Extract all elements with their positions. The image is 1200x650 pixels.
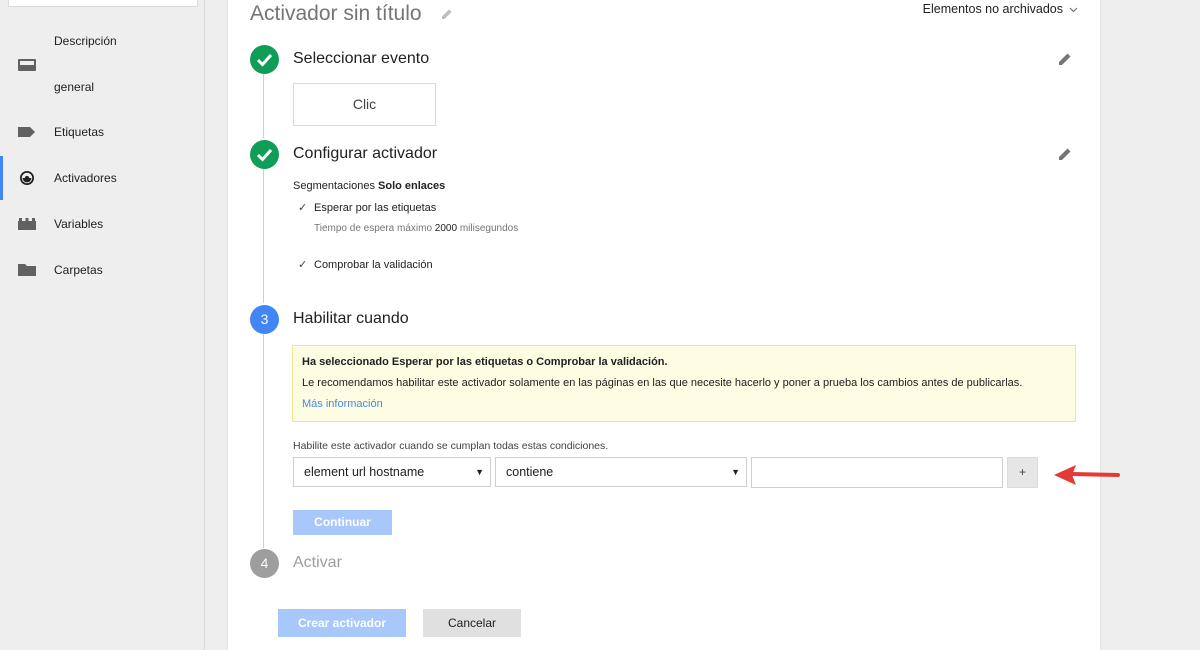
sidebar-item-triggers[interactable]: Activadores bbox=[0, 156, 207, 200]
step-complete-badge bbox=[250, 140, 279, 169]
wait-tags-option: Esperar por las etiquetas bbox=[314, 202, 437, 214]
pencil-icon[interactable] bbox=[1058, 147, 1072, 161]
operator-select[interactable]: contiene ▼ bbox=[495, 457, 747, 487]
notice-title: Ha seleccionado Esperar por las etiqueta… bbox=[302, 356, 668, 368]
event-type-card[interactable]: Clic bbox=[293, 83, 436, 126]
sidebar-item-label: Etiquetas bbox=[54, 125, 105, 139]
notice-body: Le recomendamos habilitar este activador… bbox=[302, 377, 1023, 389]
sidebar-item-label: Carpetas bbox=[54, 263, 103, 277]
continue-button[interactable]: Continuar bbox=[293, 510, 392, 535]
page-title: Activador sin título bbox=[250, 2, 422, 25]
dropdown-arrow-icon: ▼ bbox=[475, 467, 484, 477]
cancel-button[interactable]: Cancelar bbox=[423, 609, 521, 637]
step-title: Habilitar cuando bbox=[293, 310, 409, 327]
step-number-badge: 4 bbox=[250, 549, 279, 578]
add-condition-button[interactable]: + bbox=[1007, 457, 1038, 488]
sidebar-item-label: Descripción bbox=[54, 34, 117, 48]
operator-select-value: contiene bbox=[506, 465, 554, 479]
sidebar-item-tags[interactable]: Etiquetas bbox=[0, 116, 204, 148]
check-icon bbox=[256, 148, 273, 162]
conditions-label: Habilite este activador cuando se cumpla… bbox=[293, 440, 609, 452]
tag-icon bbox=[18, 127, 35, 137]
create-trigger-button[interactable]: Crear activador bbox=[278, 609, 406, 637]
annotation-arrow-icon bbox=[1054, 465, 1120, 485]
archived-filter-dropdown[interactable]: Elementos no archivados bbox=[923, 2, 1078, 16]
trigger-icon bbox=[20, 171, 34, 185]
step-title: Activar bbox=[293, 554, 342, 571]
sidebar-item-variables[interactable]: Variables bbox=[0, 208, 204, 240]
variable-select[interactable]: element url hostname ▼ bbox=[293, 457, 491, 487]
variable-select-value: element url hostname bbox=[304, 465, 425, 479]
dropdown-arrow-icon: ▼ bbox=[731, 467, 740, 477]
sidebar-item-folders[interactable]: Carpetas bbox=[0, 254, 204, 286]
chevron-down-icon bbox=[1069, 2, 1078, 16]
timeout-value: 2000 bbox=[434, 223, 458, 234]
checkmark-icon: ✓ bbox=[298, 202, 308, 214]
check-validation-option: Comprobar la validación bbox=[314, 259, 433, 271]
variables-icon bbox=[18, 218, 36, 230]
sidebar-item-overview[interactable]: Descripción general bbox=[0, 30, 204, 100]
step-connector bbox=[263, 334, 264, 548]
archived-filter-label: Elementos no archivados bbox=[922, 2, 1063, 16]
step-title[interactable]: Configurar activador bbox=[293, 145, 437, 163]
step-number-badge: 3 bbox=[250, 305, 279, 334]
pencil-icon[interactable] bbox=[1058, 52, 1072, 66]
step-connector bbox=[263, 74, 264, 138]
step-complete-badge bbox=[250, 45, 279, 74]
trigger-editor-panel: Activador sin título Elementos no archiv… bbox=[228, 0, 1100, 650]
step-title[interactable]: Seleccionar evento bbox=[293, 50, 429, 68]
timeout-suffix: milisegundos bbox=[459, 223, 519, 234]
learn-more-link[interactable]: Más información bbox=[302, 398, 383, 410]
search-input[interactable] bbox=[8, 0, 198, 7]
check-icon bbox=[256, 53, 273, 67]
checkmark-icon: ✓ bbox=[298, 259, 308, 271]
targeting-value: Solo enlaces bbox=[378, 180, 446, 192]
pencil-icon[interactable] bbox=[441, 8, 453, 20]
sidebar-item-label: general bbox=[54, 80, 95, 94]
step-connector bbox=[263, 169, 264, 303]
targeting-summary: Segmentaciones Solo enlaces bbox=[293, 180, 445, 192]
inbox-icon bbox=[18, 59, 36, 71]
sidebar-item-label: Activadores bbox=[54, 171, 117, 185]
timeout-summary: Tiempo de espera máximo 2000 milisegundo… bbox=[314, 223, 518, 234]
sidebar-item-label: Variables bbox=[54, 217, 104, 231]
timeout-prefix: Tiempo de espera máximo bbox=[314, 223, 433, 234]
folder-icon bbox=[18, 264, 36, 276]
targeting-label: Segmentaciones bbox=[293, 180, 375, 192]
warning-notice: Ha seleccionado Esperar por las etiqueta… bbox=[292, 345, 1076, 422]
sidebar: Descripción general Etiquetas Activadore… bbox=[0, 0, 205, 650]
condition-value-input[interactable] bbox=[751, 457, 1003, 488]
